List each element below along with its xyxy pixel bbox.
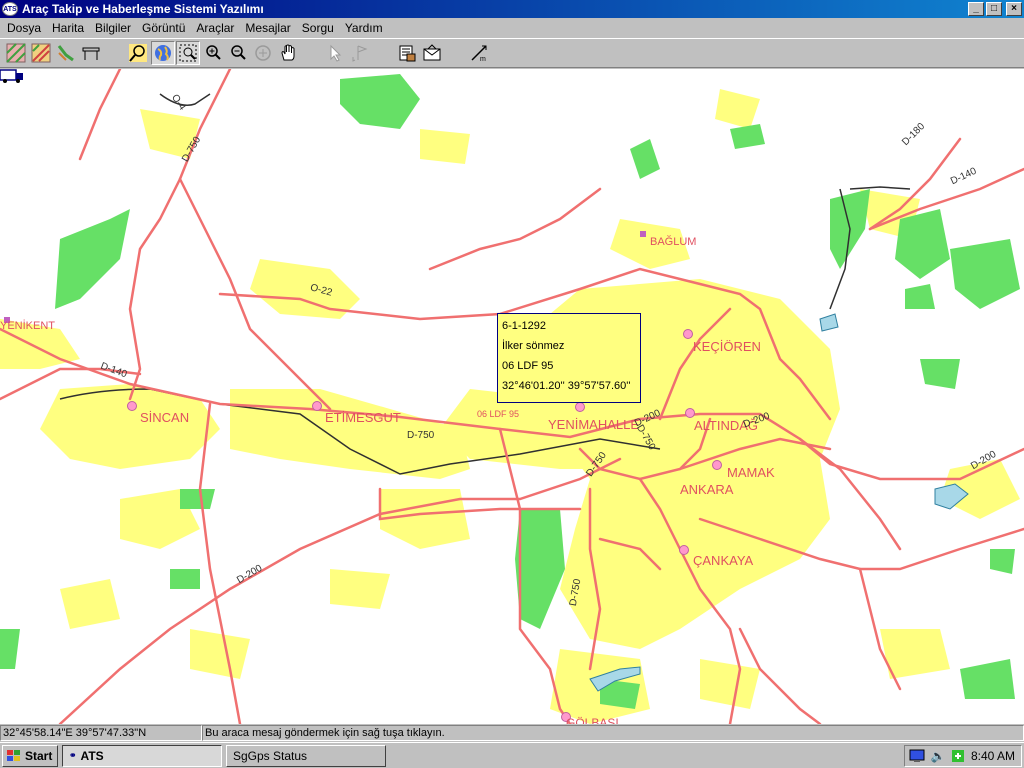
menu-araclar[interactable]: Araçlar	[191, 21, 240, 35]
zoom-window-icon[interactable]	[176, 41, 200, 65]
vehicle-info-popup: 6-1-1292 İlker sönmez 06 LDF 95 32°46'01…	[497, 313, 641, 403]
app-icon[interactable]: ATS	[2, 2, 18, 16]
network-icon[interactable]	[951, 749, 965, 763]
flag-arrow-icon[interactable]	[348, 41, 372, 65]
place-label-mamak: MAMAK	[727, 465, 775, 480]
title-bar: ATS Araç Takip ve Haberleşme Sistemi Yaz…	[0, 0, 1024, 18]
taskbar: Start ⚭ ATS SgGps Status 🔈 8:40 AM	[0, 742, 1024, 768]
monitor-icon[interactable]	[909, 749, 925, 763]
menu-goruntu[interactable]: Görüntü	[137, 21, 191, 35]
task-sggps-label: SgGps Status	[233, 748, 308, 763]
vehicle-map-label: 06 LDF 95	[477, 409, 520, 419]
vehicle-id: 6-1-1292	[502, 320, 547, 332]
task-ats-label: ATS	[80, 748, 104, 763]
menu-dosya[interactable]: Dosya	[2, 21, 47, 35]
road-label: D-750	[407, 430, 435, 441]
task-sggps-status[interactable]: SgGps Status	[226, 744, 386, 767]
place-label-golbasi: GÖLBAŞI	[566, 716, 619, 724]
place-label-cankaya: ÇANKAYA	[693, 553, 754, 568]
start-label: Start	[25, 748, 53, 763]
globe-icon[interactable]	[151, 41, 175, 65]
map-route-icon[interactable]	[54, 41, 78, 65]
task-ats[interactable]: ⚭ ATS	[62, 744, 222, 767]
start-button[interactable]: Start	[2, 744, 58, 767]
toolbar: m	[0, 38, 1024, 68]
menu-sorgu[interactable]: Sorgu	[297, 21, 340, 35]
status-bar: 32°45'58.14"E 39°57'47.33"N Bu araca mes…	[0, 724, 1024, 742]
window-title: Araç Takip ve Haberleşme Sistemi Yazılım…	[22, 2, 264, 16]
select-arrow-icon[interactable]	[323, 41, 347, 65]
zoom-out-icon[interactable]	[226, 41, 250, 65]
map-canvas[interactable]: BAĞLUM KEÇİÖREN YENİKENT SİNCAN ETİMESGU…	[0, 69, 1024, 724]
vehicle-coordinates: 32°46'01.20'' 39°57'57.60''	[502, 380, 631, 392]
menu-harita[interactable]: Harita	[47, 21, 90, 35]
menu-mesajlar[interactable]: Mesajlar	[240, 21, 296, 35]
volume-icon[interactable]: 🔈	[931, 749, 946, 763]
map-layer-icon[interactable]	[4, 41, 28, 65]
zoom-in-icon[interactable]	[201, 41, 225, 65]
measure-icon[interactable]: m	[467, 41, 491, 65]
maximize-icon[interactable]: □	[986, 2, 1002, 16]
table-icon[interactable]	[79, 41, 103, 65]
place-label-yenikent: YENİKENT	[0, 320, 56, 332]
clock: 8:40 AM	[970, 749, 1015, 763]
place-label-baglum: BAĞLUM	[650, 236, 697, 248]
refresh-map-icon[interactable]	[251, 41, 275, 65]
map-road-icon[interactable]	[29, 41, 53, 65]
menu-bilgiler[interactable]: Bilgiler	[90, 21, 137, 35]
place-label-etimesgut: ETİMESGUT	[325, 410, 401, 425]
vehicle-info-icon[interactable]	[395, 41, 419, 65]
find-vehicle-icon[interactable]	[126, 41, 150, 65]
ats-app-icon: ⚭	[69, 750, 77, 760]
svg-text:m: m	[480, 56, 486, 63]
menu-bar: Dosya Harita Bilgiler Görüntü Araçlar Me…	[0, 18, 1024, 38]
place-label-kecioren: KEÇİÖREN	[693, 339, 761, 354]
system-tray: 🔈 8:40 AM	[904, 745, 1022, 767]
status-coordinates: 32°45'58.14"E 39°57'47.33"N	[0, 725, 202, 741]
status-message: Bu araca mesaj göndermek için sağ tuşa t…	[202, 725, 1024, 741]
menu-yardim[interactable]: Yardım	[340, 21, 389, 35]
place-label-yenimahalle: YENİMAHALLE	[548, 417, 640, 432]
place-label-sincan: SİNCAN	[140, 410, 190, 425]
vehicle-truck-icon[interactable]	[0, 69, 24, 83]
pan-hand-icon[interactable]	[276, 41, 300, 65]
minimize-icon[interactable]: _	[968, 2, 984, 16]
close-icon[interactable]: ×	[1006, 2, 1022, 16]
vehicle-plate: 06 LDF 95	[502, 360, 554, 372]
place-label-ankara: ANKARA	[680, 482, 734, 497]
message-envelope-icon[interactable]	[420, 41, 444, 65]
vehicle-driver: İlker sönmez	[502, 340, 565, 352]
windows-logo-icon	[7, 749, 20, 761]
